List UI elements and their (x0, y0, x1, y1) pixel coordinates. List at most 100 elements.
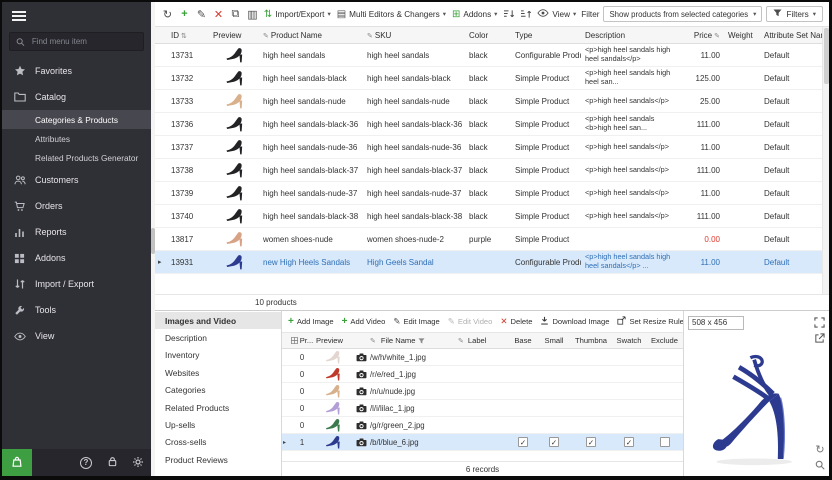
rotate-icon[interactable]: ↻ (815, 445, 824, 456)
sidebar-item-related-products-generator[interactable]: Related Products Generator (2, 148, 151, 167)
col-image-preview[interactable]: Preview (314, 336, 352, 345)
col-preview[interactable]: Preview (209, 31, 259, 40)
col-price[interactable]: Price✎ (680, 31, 724, 40)
col-exclude[interactable]: Exclude (646, 336, 683, 345)
delete-product-icon[interactable]: ✕ (212, 6, 225, 22)
settings-button[interactable] (125, 449, 151, 476)
thumbnail-checkbox[interactable]: ✓ (586, 437, 596, 447)
add-video-button[interactable]: +Add Video (342, 316, 386, 327)
image-row[interactable]: ▸ 1 /b/l/blue_6.jpg ✓ ✓ (282, 434, 683, 451)
sidebar-item-customers[interactable]: Customers (2, 167, 151, 193)
table-row[interactable]: 13739 high heel sandals-nude-37 high hee… (155, 182, 822, 205)
addons-menu[interactable]: ⊞ Addons ▾ (451, 9, 498, 20)
col-thumbnail[interactable]: Thumbna (570, 336, 612, 345)
image-row[interactable]: 0 /g/r/green_2.jpg (282, 417, 683, 434)
table-row[interactable]: 13736 high heel sandals-black-36 high he… (155, 113, 822, 136)
table-row[interactable]: 13738 high heel sandals-black-37 high he… (155, 159, 822, 182)
image-row[interactable]: 0 /n/u/nude.jpg (282, 383, 683, 400)
col-label[interactable]: ✎Label (458, 336, 508, 345)
detail-tab[interactable]: Images and Video (155, 312, 281, 329)
download-image-button[interactable]: Download Image (540, 316, 609, 327)
detail-tab[interactable]: Related Products (155, 399, 281, 416)
search-input[interactable] (30, 36, 137, 47)
sidebar-item-favorites[interactable]: Favorites (2, 58, 151, 84)
images-grid-header: Pr... Preview ✎File Name ✎Label Base Sma… (282, 333, 683, 349)
col-description[interactable]: Description (581, 31, 680, 40)
col-file-name[interactable]: ✎File Name (370, 336, 458, 345)
zoom-icon[interactable] (815, 460, 825, 473)
table-row[interactable]: 13737 high heel sandals-nude-36 high hee… (155, 136, 822, 159)
table-row[interactable]: 13817 women shoes-nude women shoes-nude-… (155, 228, 822, 251)
col-attribute-set[interactable]: Attribute Set Name (760, 31, 822, 40)
col-type[interactable]: Type (511, 31, 581, 40)
col-sku[interactable]: ✎SKU (363, 31, 465, 40)
help-button[interactable]: ? (73, 449, 99, 476)
exclude-checkbox[interactable] (660, 437, 670, 447)
sidebar-item-reports[interactable]: Reports (2, 219, 151, 245)
detail-tab[interactable]: Description (155, 329, 281, 346)
detail-tab[interactable]: Cross-sells (155, 434, 281, 451)
col-weight[interactable]: Weight (724, 31, 760, 40)
sidebar-search[interactable] (9, 32, 144, 51)
row-expander[interactable]: ▸ (282, 439, 290, 446)
scrollbar-thumb[interactable] (824, 28, 829, 84)
delete-image-button[interactable]: ✕Delete (500, 316, 532, 327)
columns-icon[interactable]: ▥ (246, 6, 259, 22)
filter-select[interactable]: Show products from selected categories ▾ (603, 6, 762, 22)
menu-icon[interactable] (12, 11, 26, 21)
sidebar-item-addons[interactable]: Addons (2, 245, 151, 271)
view-menu[interactable]: View ▾ (536, 9, 577, 19)
sidebar-item-orders[interactable]: Orders (2, 193, 151, 219)
image-row[interactable]: 0 /w/h/white_1.jpg (282, 349, 683, 366)
sort-descending-icon[interactable] (519, 6, 532, 22)
row-expander[interactable]: ▸ (155, 258, 167, 266)
col-small[interactable]: Small (538, 336, 570, 345)
add-image-button[interactable]: +Add Image (288, 316, 334, 327)
image-row[interactable]: 0 /l/i/lilac_1.jpg (282, 400, 683, 417)
lock-button[interactable] (99, 449, 125, 476)
col-color[interactable]: Color (465, 31, 511, 40)
sidebar-item-view[interactable]: View (2, 323, 151, 349)
fullscreen-icon[interactable] (814, 317, 825, 328)
table-row[interactable]: 13732 high heel sandals-black high heel … (155, 67, 822, 90)
detail-tab[interactable]: Categories (155, 382, 281, 399)
shoe-image (225, 185, 244, 201)
col-base[interactable]: Base (508, 336, 538, 345)
edit-product-icon[interactable]: ✎ (195, 6, 208, 22)
swatch-checkbox[interactable]: ✓ (624, 437, 634, 447)
image-row[interactable]: 0 /r/e/red_1.jpg (282, 366, 683, 383)
table-row[interactable]: ▸ 13931 new High Heels Sandals High Geel… (155, 251, 822, 274)
resize-dimensions-input[interactable] (688, 316, 744, 330)
col-product-name[interactable]: ✎Product Name (259, 31, 363, 40)
refresh-icon[interactable]: ↻ (161, 6, 174, 22)
sidebar-item-categories-products[interactable]: Categories & Products (2, 110, 151, 129)
table-row[interactable]: 13731 high heel sandals high heel sandal… (155, 44, 822, 67)
filters-button[interactable]: Filters ▾ (766, 6, 823, 22)
sidebar-item-import-export[interactable]: Import / Export (2, 271, 151, 297)
col-swatch[interactable]: Swatch (612, 336, 646, 345)
table-row[interactable]: 13733 high heel sandals-nude high heel s… (155, 90, 822, 113)
detail-tab[interactable]: Inventory (155, 347, 281, 364)
sidebar-item-tools[interactable]: Tools (2, 297, 151, 323)
set-resize-rule-button[interactable]: Set Resize Rule▾ (617, 316, 683, 327)
store-button[interactable] (2, 449, 32, 476)
edit-image-button[interactable]: ✎Edit Image (393, 316, 439, 327)
small-checkbox[interactable]: ✓ (549, 437, 559, 447)
detail-tab[interactable]: Up-sells (155, 416, 281, 433)
sidebar-item-attributes[interactable]: Attributes (2, 129, 151, 148)
table-row[interactable]: 13740 high heel sandals-black-38 high he… (155, 205, 822, 228)
grid-scrollbar[interactable] (822, 27, 829, 294)
sort-ascending-icon[interactable] (502, 6, 515, 22)
detail-tab[interactable]: Websites (155, 364, 281, 381)
multi-editors-menu[interactable]: ▤ Multi Editors & Changers ▾ (336, 9, 447, 20)
copy-icon[interactable]: ⧉ (229, 6, 242, 22)
sidebar-item-catalog[interactable]: Catalog (2, 84, 151, 110)
col-id[interactable]: ID⇅ (167, 31, 209, 40)
detail-tab[interactable]: Product Reviews (155, 451, 281, 468)
open-external-icon[interactable] (814, 333, 825, 346)
add-product-icon[interactable]: + (178, 6, 191, 22)
col-priority[interactable]: Pr... (290, 336, 314, 345)
import-export-menu[interactable]: ⇅ Import/Export ▾ (263, 9, 332, 20)
base-checkbox[interactable]: ✓ (518, 437, 528, 447)
edit-video-button[interactable]: ✎Edit Video (448, 316, 493, 327)
